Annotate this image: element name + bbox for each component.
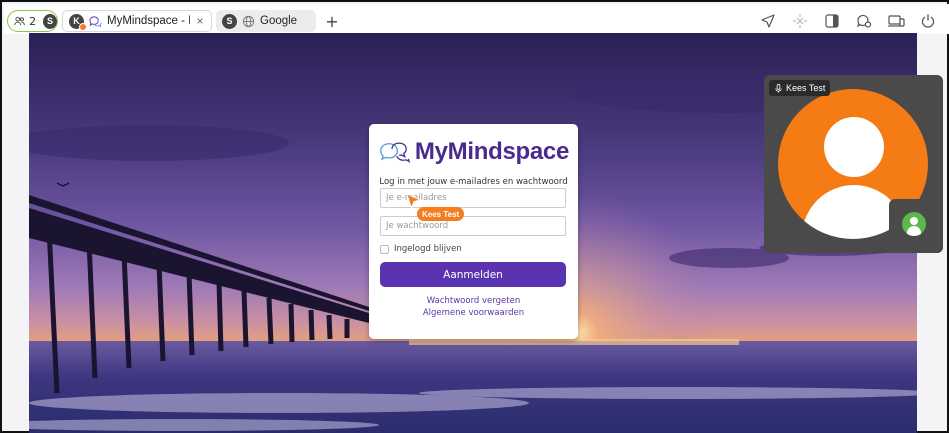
- people-icon: [14, 16, 25, 26]
- participant-name-tag: Kees Test: [769, 80, 831, 96]
- self-preview-body: [907, 226, 921, 236]
- participant-video-tile[interactable]: Kees Test: [764, 75, 943, 253]
- self-preview-avatar: [902, 212, 926, 236]
- login-button[interactable]: Aanmelden: [380, 262, 566, 287]
- tab-owner-initial: S: [222, 13, 237, 29]
- self-avatar: S: [43, 13, 57, 29]
- power-icon[interactable]: [919, 12, 937, 30]
- tab-bar: 2 S K MyMindspace - Inl... × S Google +: [4, 4, 949, 34]
- participant-name: Kees Test: [786, 83, 826, 93]
- tab-owner-avatar: K: [69, 13, 87, 31]
- remember-me-checkbox[interactable]: [380, 244, 389, 254]
- self-preview-head: [910, 217, 918, 225]
- remember-me[interactable]: Ingelogd blijven: [380, 244, 462, 254]
- participant-count: 2: [29, 14, 37, 28]
- remember-me-label: Ingelogd blijven: [394, 244, 462, 254]
- send-icon[interactable]: [759, 12, 777, 30]
- participants-button[interactable]: 2 S: [7, 10, 58, 32]
- sidebar-icon[interactable]: [823, 12, 841, 30]
- close-tab-icon[interactable]: ×: [195, 14, 205, 28]
- tab-mymindspace[interactable]: K MyMindspace - Inl... ×: [62, 10, 212, 32]
- disabled-pointer-icon[interactable]: [791, 12, 809, 30]
- remote-cursor-icon: [406, 193, 422, 209]
- self-video-preview[interactable]: [889, 199, 943, 253]
- speech-bubbles-logo-icon: [380, 142, 411, 163]
- avatar-head: [824, 117, 884, 177]
- globe-icon: [242, 15, 255, 27]
- window-frame: 2 S K MyMindspace - Inl... × S Google +: [0, 0, 949, 433]
- mymindspace-favicon-icon: [89, 15, 102, 27]
- brand-logo: MyMindspace: [379, 132, 569, 172]
- login-card: MyMindspace Log in met jouw e-mailadres …: [369, 124, 578, 339]
- chat-icon[interactable]: [855, 12, 873, 30]
- tab-title: Google: [260, 15, 298, 27]
- password-input[interactable]: [380, 216, 566, 236]
- login-subtitle: Log in met jouw e-mailadres en wachtwoor…: [379, 177, 568, 187]
- remote-cursor-label: Kees Test: [417, 207, 465, 221]
- brand-name: MyMindspace: [414, 138, 569, 165]
- owner-badge: [79, 22, 87, 31]
- new-tab-button[interactable]: +: [322, 11, 342, 31]
- forgot-password-link[interactable]: Wachtwoord vergeten: [369, 296, 578, 306]
- terms-link[interactable]: Algemene voorwaarden: [369, 308, 578, 318]
- tab-title: MyMindspace - Inl...: [107, 15, 190, 27]
- devices-icon[interactable]: [887, 12, 905, 30]
- microphone-icon: [775, 83, 782, 93]
- tab-google[interactable]: S Google: [216, 10, 316, 32]
- toolbar: [759, 10, 937, 32]
